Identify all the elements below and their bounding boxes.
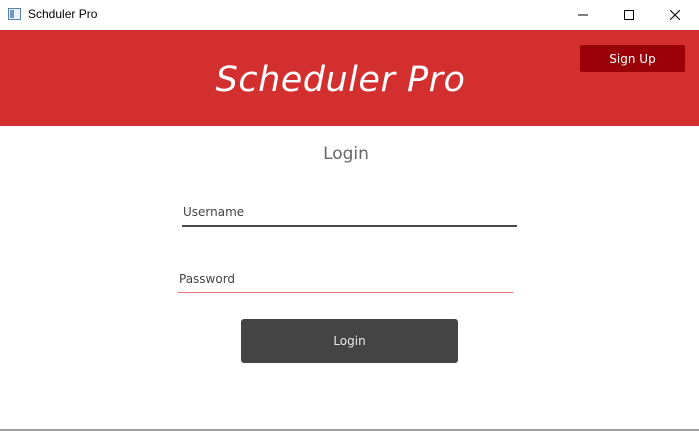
- login-button[interactable]: Login: [241, 319, 458, 363]
- window-title: Schduler Pro: [28, 7, 98, 21]
- password-input[interactable]: [178, 271, 513, 293]
- minimize-icon: [578, 14, 588, 16]
- app-window-icon: [8, 8, 21, 20]
- app-header: Scheduler Pro Sign Up: [0, 30, 699, 126]
- title-bar: Schduler Pro: [0, 0, 699, 30]
- username-input[interactable]: [182, 204, 517, 227]
- close-button[interactable]: [652, 0, 698, 30]
- maximize-icon: [624, 10, 634, 20]
- maximize-button[interactable]: [606, 0, 652, 30]
- brand-title: Scheduler Pro: [215, 60, 466, 100]
- login-heading: Login: [323, 144, 369, 164]
- close-icon: [670, 10, 680, 20]
- minimize-button[interactable]: [560, 0, 606, 30]
- sign-up-button[interactable]: Sign Up: [580, 45, 685, 72]
